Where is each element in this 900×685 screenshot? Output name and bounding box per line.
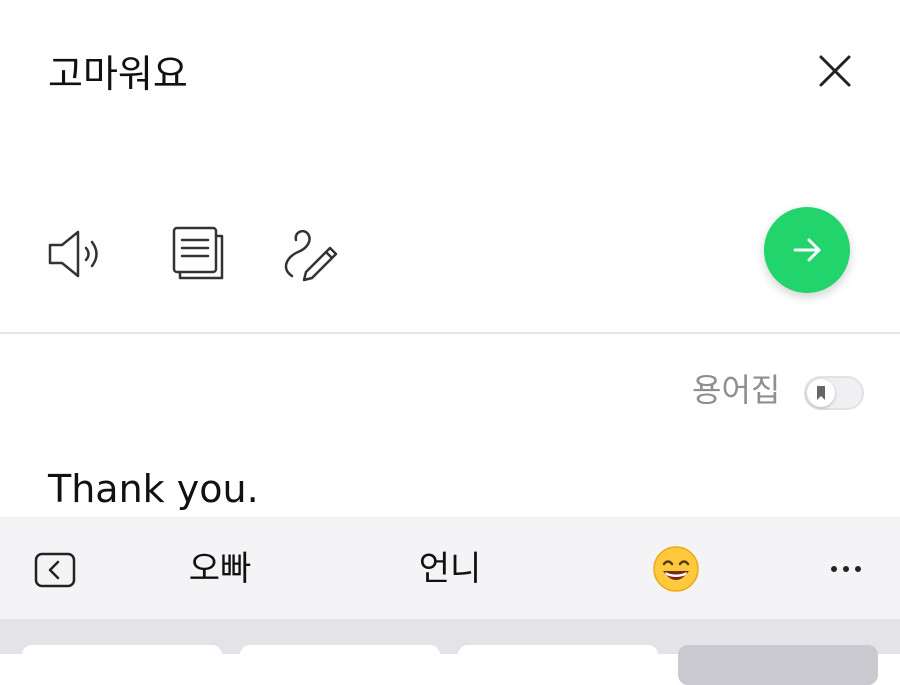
- keyboard-toolbar: 오빠 언니: [0, 517, 900, 619]
- source-panel: 고마워요: [0, 0, 900, 332]
- chevron-left-icon: [34, 552, 76, 588]
- copy-icon: [172, 226, 224, 280]
- source-text[interactable]: 고마워요: [48, 48, 188, 100]
- emoji-suggestion[interactable]: [652, 545, 700, 593]
- divider: [0, 332, 900, 334]
- glossary-toggle[interactable]: [804, 376, 864, 410]
- toggle-knob: [807, 379, 835, 407]
- suggestion-item[interactable]: 오빠: [150, 545, 290, 593]
- bookmark-icon: [817, 386, 825, 400]
- handwriting-button[interactable]: [278, 222, 342, 286]
- keyboard-key[interactable]: [458, 645, 658, 685]
- translation-text: Thank you.: [48, 467, 259, 511]
- speaker-icon: [48, 230, 98, 278]
- glossary-label: 용어집: [692, 371, 781, 409]
- close-icon: [819, 55, 851, 87]
- speak-button[interactable]: [44, 222, 108, 286]
- close-button[interactable]: [812, 50, 856, 94]
- grinning-emoji-icon: [653, 546, 699, 592]
- handwriting-icon: [284, 229, 338, 282]
- suggestion-item[interactable]: 언니: [380, 545, 520, 593]
- more-icon: [831, 566, 861, 572]
- keyboard-keys: [0, 619, 900, 685]
- copy-button[interactable]: [164, 222, 228, 286]
- translate-send-button[interactable]: [764, 207, 850, 293]
- keyboard-back-button[interactable]: [34, 552, 76, 588]
- keyboard-key[interactable]: [22, 645, 222, 685]
- arrow-right-icon: [793, 238, 821, 262]
- more-options-button[interactable]: [826, 557, 866, 581]
- keyboard-key[interactable]: [678, 645, 878, 685]
- keyboard-key[interactable]: [240, 645, 440, 685]
